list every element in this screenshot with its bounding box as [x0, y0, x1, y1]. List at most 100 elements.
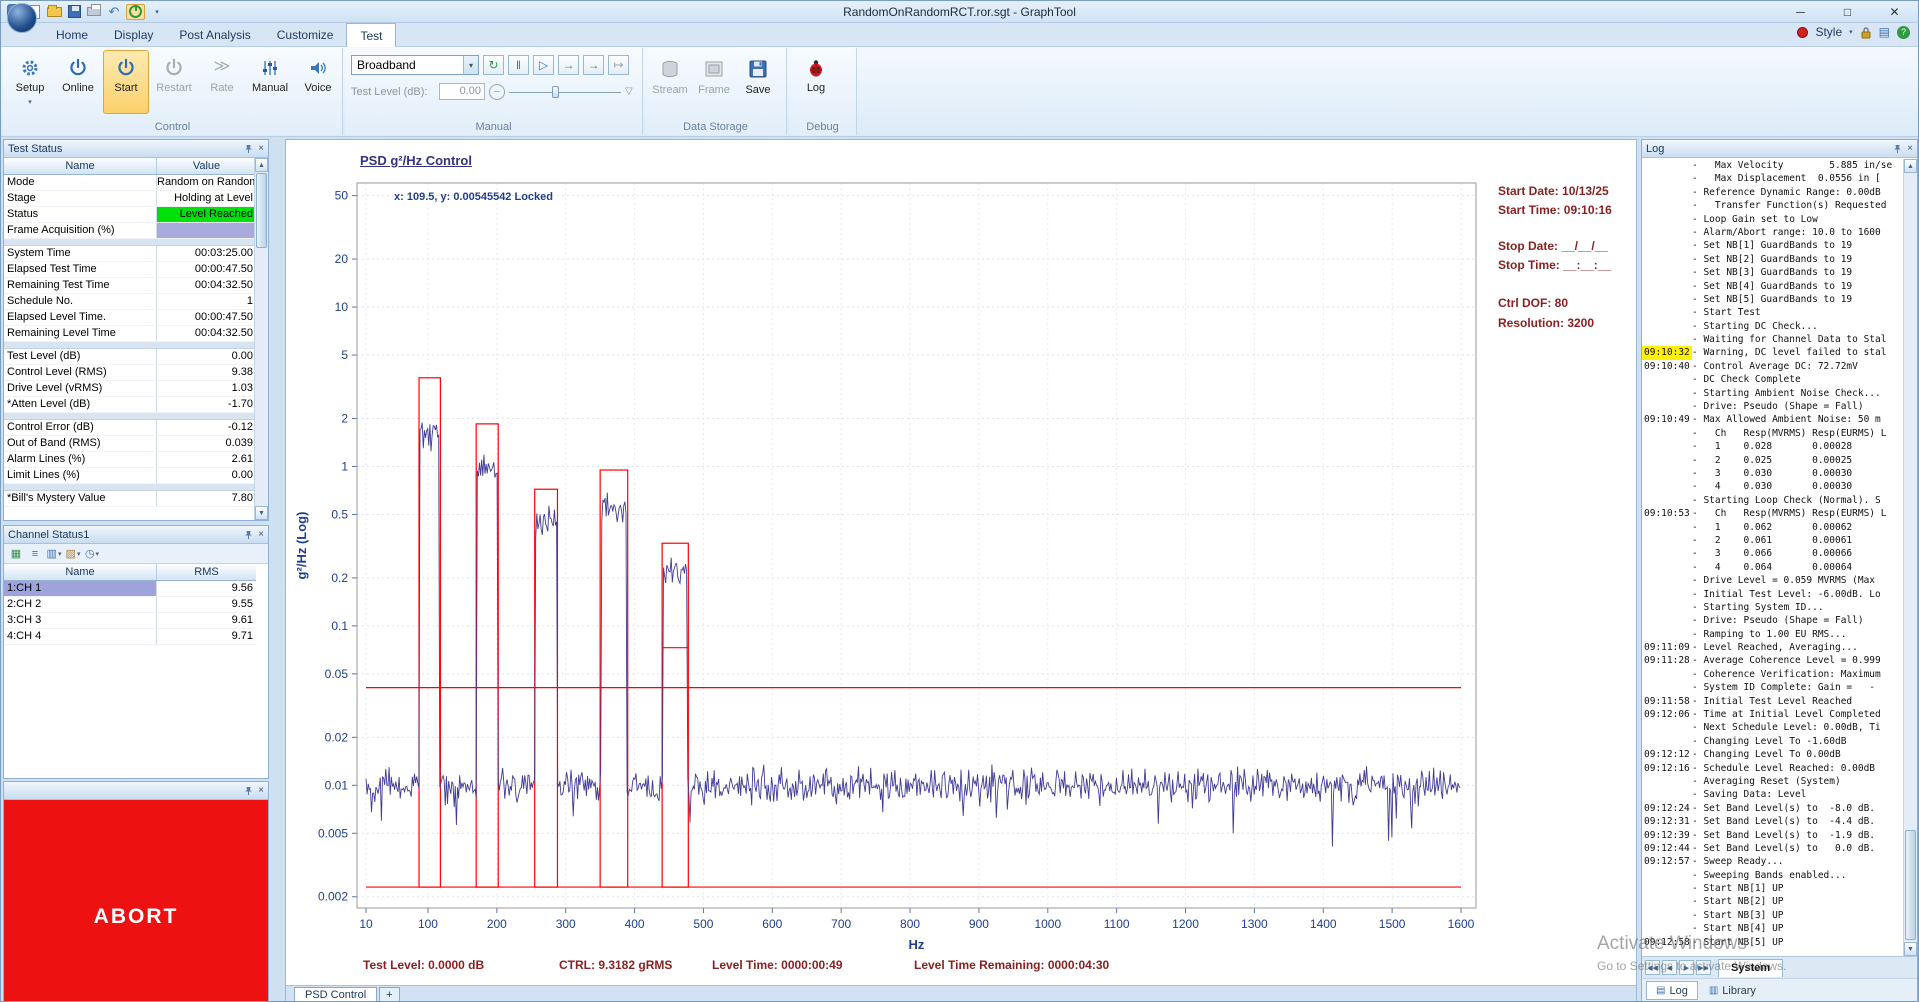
- log-entry[interactable]: - Set NB[4] GuardBands to 19: [1642, 280, 1903, 293]
- save-button[interactable]: Save: [737, 50, 779, 114]
- log-entry[interactable]: - Loop Gain set to Low: [1642, 213, 1903, 226]
- chevron-down-icon[interactable]: ▾: [463, 56, 478, 74]
- close-icon[interactable]: ×: [258, 785, 264, 796]
- log-entry[interactable]: - Set NB[2] GuardBands to 19: [1642, 253, 1903, 266]
- panel-header[interactable]: Channel Status1 ×: [4, 526, 268, 544]
- test-status-row[interactable]: Schedule No.1: [4, 294, 256, 310]
- log-entry[interactable]: - 1 0.062 0.00062: [1642, 521, 1903, 534]
- test-status-row[interactable]: *Bill's Mystery Value7.80: [4, 491, 256, 507]
- log-entry[interactable]: - Sweeping Bands enabled...: [1642, 869, 1903, 882]
- ribbon-tab-home[interactable]: Home: [43, 23, 101, 47]
- log-entry[interactable]: - Start NB[2] UP: [1642, 895, 1903, 908]
- online-button[interactable]: Online: [55, 50, 101, 114]
- scrollbar[interactable]: ▲ ▼: [254, 158, 268, 520]
- log-entry[interactable]: 09:10:32- Warning, DC level failed to st…: [1642, 346, 1903, 359]
- log-entry[interactable]: - 3 0.066 0.00066: [1642, 547, 1903, 560]
- spreadsheet-icon[interactable]: ▦: [8, 546, 24, 562]
- list-view-icon[interactable]: ≡: [27, 546, 43, 562]
- log-entry[interactable]: - Start NB[3] UP: [1642, 909, 1903, 922]
- test-status-row[interactable]: Frame Acquisition (%): [4, 223, 256, 239]
- close-button[interactable]: ✕: [1871, 1, 1918, 22]
- log-entry[interactable]: 09:12:12- Changing Level To 0.00dB: [1642, 748, 1903, 761]
- panel-header[interactable]: ×: [4, 782, 268, 800]
- undo-icon[interactable]: ↶: [106, 4, 122, 20]
- lock-icon[interactable]: [1860, 26, 1872, 39]
- channel-row[interactable]: 2:CH 29.55: [4, 597, 256, 613]
- test-status-row[interactable]: *Atten Level (dB)-1.70: [4, 397, 256, 413]
- help-icon[interactable]: ?: [1897, 26, 1910, 39]
- log-entry[interactable]: - Starting System ID...: [1642, 601, 1903, 614]
- log-entry[interactable]: - 4 0.030 0.00030: [1642, 480, 1903, 493]
- log-entry[interactable]: - Start NB[4] UP: [1642, 922, 1903, 935]
- panel-header[interactable]: Log ×: [1642, 140, 1917, 158]
- log-entry[interactable]: - Starting Loop Check (Normal). S: [1642, 494, 1903, 507]
- ribbon-tab-display[interactable]: Display: [101, 23, 166, 47]
- slider-dropdown-icon[interactable]: ▽: [625, 86, 633, 97]
- log-entry[interactable]: - Starting Ambient Noise Check...: [1642, 387, 1903, 400]
- psd-chart[interactable]: 5020105210.50.20.10.050.020.010.0050.002…: [286, 140, 1638, 970]
- log-entry[interactable]: 09:12:57- Sweep Ready...: [1642, 855, 1903, 868]
- log-entry[interactable]: - 3 0.030 0.00030: [1642, 467, 1903, 480]
- log-entry[interactable]: - Starting DC Check...: [1642, 320, 1903, 333]
- test-status-row[interactable]: Remaining Level Time00:04:32.50: [4, 326, 256, 342]
- loop-button[interactable]: ↻: [483, 55, 504, 75]
- channel-row[interactable]: 4:CH 49.71: [4, 629, 256, 645]
- step-button[interactable]: ▷: [533, 55, 554, 75]
- channel-row[interactable]: 1:CH 19.56: [4, 581, 256, 597]
- qat-customize-chevron-icon[interactable]: ▾: [149, 4, 165, 20]
- log-entry[interactable]: - 2 0.061 0.00061: [1642, 534, 1903, 547]
- tab-log[interactable]: ▤Log: [1646, 981, 1698, 1000]
- log-entry[interactable]: - Saving Data: Level: [1642, 788, 1903, 801]
- columns-icon[interactable]: ▥▾: [46, 546, 62, 562]
- log-entry[interactable]: 09:12:16- Schedule Level Reached: 0.00dB: [1642, 762, 1903, 775]
- save-icon[interactable]: [66, 4, 82, 20]
- log-entry[interactable]: - Max Displacement 0.0556 in [: [1642, 172, 1903, 185]
- first-tab-icon[interactable]: ◀◀: [1645, 960, 1660, 975]
- log-entry[interactable]: - Start NB[1] UP: [1642, 882, 1903, 895]
- log-entry[interactable]: - Ramping to 1.00 EU RMS...: [1642, 628, 1903, 641]
- ribbon-tab-post-analysis[interactable]: Post Analysis: [166, 23, 263, 47]
- style-chevron-icon[interactable]: ▾: [1849, 28, 1853, 36]
- display-options-icon[interactable]: ▨▾: [65, 546, 81, 562]
- library-icon[interactable]: ▤: [1879, 25, 1890, 39]
- scroll-up-icon[interactable]: ▲: [1904, 159, 1917, 173]
- log-entry[interactable]: - System ID Complete: Gain = -: [1642, 681, 1903, 694]
- log-entry[interactable]: 09:11:28- Average Coherence Level = 0.99…: [1642, 654, 1903, 667]
- log-entry[interactable]: 09:12:06- Time at Initial Level Complete…: [1642, 708, 1903, 721]
- log-entry[interactable]: - Max Velocity 5.885 in/se: [1642, 159, 1903, 172]
- ribbon-tab-customize[interactable]: Customize: [264, 23, 347, 47]
- pin-icon[interactable]: [244, 786, 253, 796]
- log-entry[interactable]: 09:12:39- Set Band Level(s) to -1.9 dB.: [1642, 829, 1903, 842]
- power-icon[interactable]: [126, 4, 145, 20]
- log-entry[interactable]: 09:11:09- Level Reached, Averaging...: [1642, 641, 1903, 654]
- slider-handle[interactable]: [552, 86, 559, 98]
- log-button[interactable]: Log: [793, 50, 839, 114]
- log-entry[interactable]: 09:10:40- Control Average DC: 72.72mV: [1642, 360, 1903, 373]
- test-status-row[interactable]: Drive Level (vRMS)1.03: [4, 381, 256, 397]
- test-status-row[interactable]: Control Error (dB)-0.12: [4, 420, 256, 436]
- log-entry[interactable]: - Set NB[5] GuardBands to 19: [1642, 293, 1903, 306]
- log-entry[interactable]: - 1 0.028 0.00028: [1642, 440, 1903, 453]
- column-name[interactable]: Name: [4, 158, 157, 174]
- ribbon-tab-test[interactable]: Test: [346, 23, 396, 47]
- test-status-row[interactable]: Elapsed Test Time00:00:47.50: [4, 262, 256, 278]
- test-status-row[interactable]: Test Level (dB)0.00: [4, 349, 256, 365]
- level-slider[interactable]: [509, 84, 621, 100]
- log-entry[interactable]: 09:11:58- Initial Test Level Reached: [1642, 695, 1903, 708]
- add-tab-button[interactable]: +: [379, 987, 399, 1002]
- test-status-row[interactable]: Remaining Test Time00:04:32.50: [4, 278, 256, 294]
- panel-header[interactable]: Test Status ×: [4, 140, 268, 158]
- skip-to-end-button[interactable]: ↦: [608, 55, 629, 75]
- print-icon[interactable]: [86, 4, 102, 20]
- log-entry[interactable]: - Drive: Pseudo (Shape = Fall): [1642, 400, 1903, 413]
- manual-button[interactable]: Manual: [247, 50, 293, 114]
- maximize-button[interactable]: □: [1824, 1, 1871, 22]
- log-entry[interactable]: - Drive Level = 0.059 MVRMS (Max: [1642, 574, 1903, 587]
- tab-system[interactable]: System: [1718, 959, 1783, 977]
- test-status-row[interactable]: Control Level (RMS)9.38: [4, 365, 256, 381]
- log-entry[interactable]: 09:12:44- Set Band Level(s) to 0.0 dB.: [1642, 842, 1903, 855]
- log-entry[interactable]: - Drive: Pseudo (Shape = Fall): [1642, 614, 1903, 627]
- log-entry[interactable]: 09:12:58- Start NB[5] UP: [1642, 936, 1903, 949]
- log-entry[interactable]: - Waiting for Channel Data to Stal: [1642, 333, 1903, 346]
- log-entry[interactable]: - Next Schedule Level: 0.00dB, Ti: [1642, 721, 1903, 734]
